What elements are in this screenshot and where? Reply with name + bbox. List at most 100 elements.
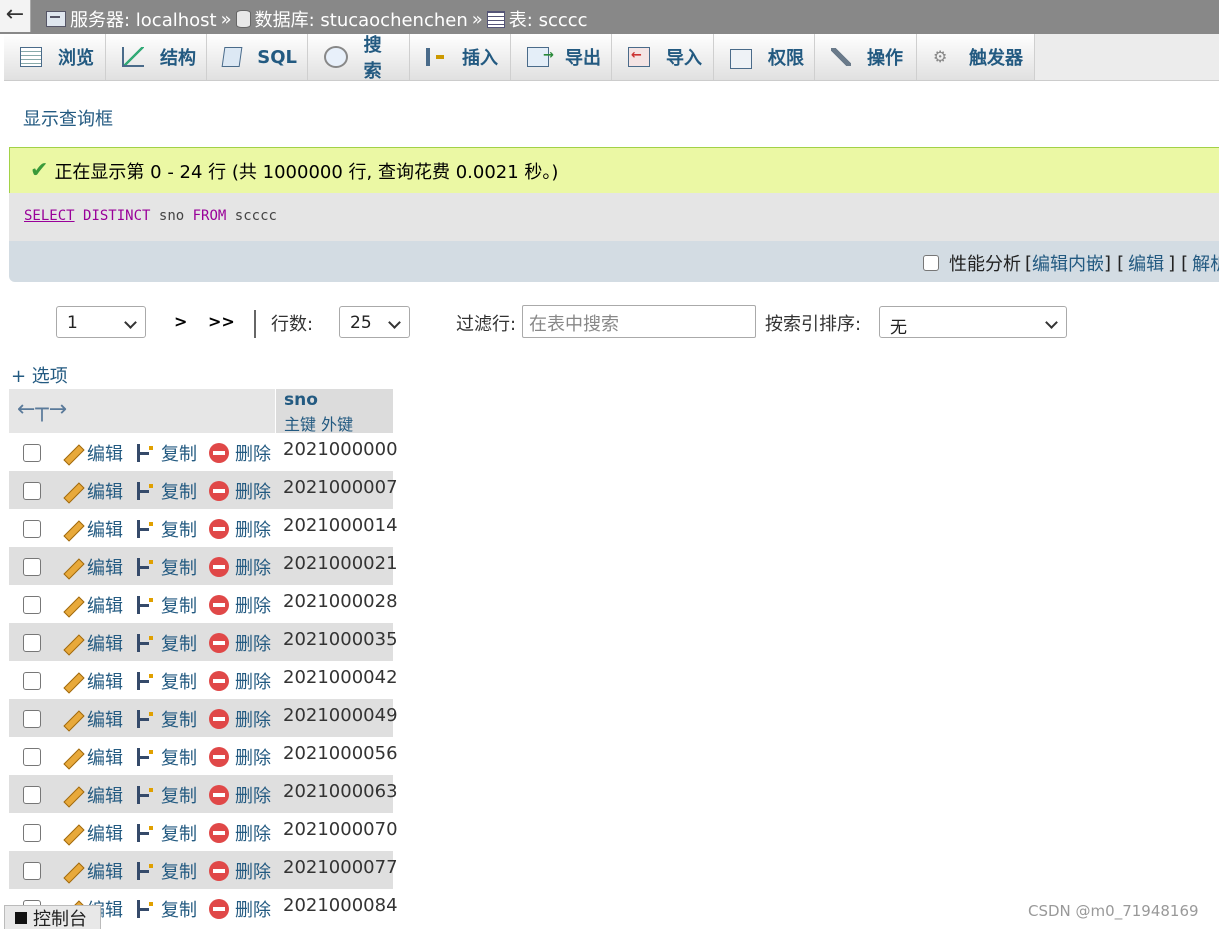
back-button[interactable]: ← — [0, 0, 31, 32]
copy-row-link[interactable]: 复制 — [135, 478, 197, 504]
delete-row-link[interactable]: 删除 — [209, 592, 271, 618]
delete-row-link[interactable]: 删除 — [209, 440, 271, 466]
tab-structure[interactable]: 结构 — [106, 34, 207, 80]
cell-sno[interactable]: 2021000070 — [283, 819, 398, 840]
row-checkbox[interactable] — [23, 558, 41, 576]
tab-export[interactable]: 导出 — [511, 34, 612, 80]
foreign-key-link[interactable]: 外键 — [321, 415, 353, 434]
edit-row-link[interactable]: 编辑 — [61, 782, 123, 808]
cell-sno[interactable]: 2021000035 — [283, 629, 398, 650]
cell-sno[interactable]: 2021000021 — [283, 553, 398, 574]
next-page-button[interactable]: > — [174, 312, 187, 331]
copy-row-link[interactable]: 复制 — [135, 668, 197, 694]
tab-operations[interactable]: 操作 — [815, 34, 917, 80]
copy-icon — [135, 860, 155, 882]
delete-row-link[interactable]: 删除 — [209, 782, 271, 808]
profiling-checkbox[interactable] — [923, 255, 939, 271]
delete-row-link[interactable]: 删除 — [209, 820, 271, 846]
explain-link[interactable]: 解析 — [1192, 250, 1219, 276]
cell-sno[interactable]: 2021000014 — [283, 515, 398, 536]
rows-select[interactable]: 25 — [339, 306, 410, 338]
cell-sno[interactable]: 2021000077 — [283, 857, 398, 878]
row-checkbox[interactable] — [23, 824, 41, 842]
console-toggle[interactable]: 控制台 — [4, 905, 101, 930]
column-header-sno[interactable]: sno 主键 外键 — [275, 389, 393, 434]
edit-row-link[interactable]: 编辑 — [61, 630, 123, 656]
primary-key-link[interactable]: 主键 — [284, 415, 316, 434]
cell-sno[interactable]: 2021000007 — [283, 477, 398, 498]
breadcrumb-table-label[interactable]: 表: scccc — [509, 6, 588, 32]
edit-row-link[interactable]: 编辑 — [61, 706, 123, 732]
copy-row-link[interactable]: 复制 — [135, 440, 197, 466]
delete-row-link[interactable]: 删除 — [209, 554, 271, 580]
delete-row-link[interactable]: 删除 — [209, 478, 271, 504]
copy-row-link[interactable]: 复制 — [135, 858, 197, 884]
tab-import[interactable]: 导入 — [612, 34, 714, 80]
options-link[interactable]: + 选项 — [11, 362, 68, 388]
edit-row-link[interactable]: 编辑 — [61, 440, 123, 466]
cell-sno[interactable]: 2021000028 — [283, 591, 398, 612]
breadcrumb-database-label[interactable]: 数据库: stucaochenchen — [255, 6, 468, 32]
show-query-link[interactable]: 显示查询框 — [23, 105, 113, 131]
sort-select[interactable]: 无 — [879, 306, 1067, 338]
row-checkbox[interactable] — [23, 596, 41, 614]
tab-privileges[interactable]: 权限 — [714, 34, 815, 80]
edit-inline-link[interactable]: 编辑内嵌 — [1032, 250, 1104, 276]
copy-row-link[interactable]: 复制 — [135, 782, 197, 808]
delete-row-link[interactable]: 删除 — [209, 630, 271, 656]
delete-row-link[interactable]: 删除 — [209, 516, 271, 542]
edit-row-link[interactable]: 编辑 — [61, 744, 123, 770]
tab-triggers[interactable]: ⚙ 触发器 — [917, 34, 1035, 80]
tab-search[interactable]: 搜索 — [308, 34, 410, 82]
tab-browse[interactable]: 浏览 — [4, 34, 106, 80]
column-resize-icon[interactable]: ←┬→ — [17, 397, 67, 422]
cell-sno[interactable]: 2021000000 — [283, 439, 398, 460]
column-name[interactable]: sno — [284, 390, 393, 410]
row-checkbox[interactable] — [23, 748, 41, 766]
filter-input[interactable]: 在表中搜索 — [522, 305, 756, 338]
delete-row-link[interactable]: 删除 — [209, 706, 271, 732]
edit-row-link[interactable]: 编辑 — [61, 478, 123, 504]
delete-row-link[interactable]: 删除 — [209, 896, 271, 922]
row-checkbox[interactable] — [23, 444, 41, 462]
breadcrumb-table[interactable]: 表: scccc — [486, 6, 588, 32]
breadcrumb-database[interactable]: 数据库: stucaochenchen — [235, 6, 468, 32]
delete-row-link[interactable]: 删除 — [209, 858, 271, 884]
edit-row-link[interactable]: 编辑 — [61, 554, 123, 580]
edit-row-link[interactable]: 编辑 — [61, 668, 123, 694]
copy-row-link[interactable]: 复制 — [135, 820, 197, 846]
edit-row-link[interactable]: 编辑 — [61, 516, 123, 542]
row-checkbox[interactable] — [23, 672, 41, 690]
edit-row-link[interactable]: 编辑 — [61, 592, 123, 618]
cell-sno[interactable]: 2021000084 — [283, 895, 398, 916]
row-checkbox[interactable] — [23, 520, 41, 538]
copy-row-link[interactable]: 复制 — [135, 516, 197, 542]
delete-row-link[interactable]: 删除 — [209, 744, 271, 770]
row-checkbox[interactable] — [23, 710, 41, 728]
cell-sno[interactable]: 2021000063 — [283, 781, 398, 802]
copy-row-link[interactable]: 复制 — [135, 744, 197, 770]
row-checkbox[interactable] — [23, 482, 41, 500]
row-checkbox[interactable] — [23, 862, 41, 880]
tab-insert[interactable]: 插入 — [410, 34, 511, 80]
row-checkbox[interactable] — [23, 634, 41, 652]
sql-keyword-select[interactable]: SELECT — [24, 208, 75, 224]
delete-row-link[interactable]: 删除 — [209, 668, 271, 694]
copy-row-link[interactable]: 复制 — [135, 630, 197, 656]
copy-row-link[interactable]: 复制 — [135, 896, 197, 922]
page-select[interactable]: 1 — [56, 306, 146, 338]
copy-row-link[interactable]: 复制 — [135, 592, 197, 618]
row-checkbox[interactable] — [23, 786, 41, 804]
edit-row-link[interactable]: 编辑 — [61, 858, 123, 884]
cell-sno[interactable]: 2021000056 — [283, 743, 398, 764]
breadcrumb-server-label[interactable]: 服务器: localhost — [70, 6, 217, 32]
cell-sno[interactable]: 2021000042 — [283, 667, 398, 688]
copy-row-link[interactable]: 复制 — [135, 554, 197, 580]
cell-sno[interactable]: 2021000049 — [283, 705, 398, 726]
copy-row-link[interactable]: 复制 — [135, 706, 197, 732]
last-page-button[interactable]: >> — [208, 312, 235, 331]
edit-link[interactable]: 编辑 — [1128, 250, 1164, 276]
breadcrumb-server[interactable]: 服务器: localhost — [46, 6, 217, 32]
tab-sql[interactable]: SQL — [207, 34, 308, 80]
edit-row-link[interactable]: 编辑 — [61, 820, 123, 846]
